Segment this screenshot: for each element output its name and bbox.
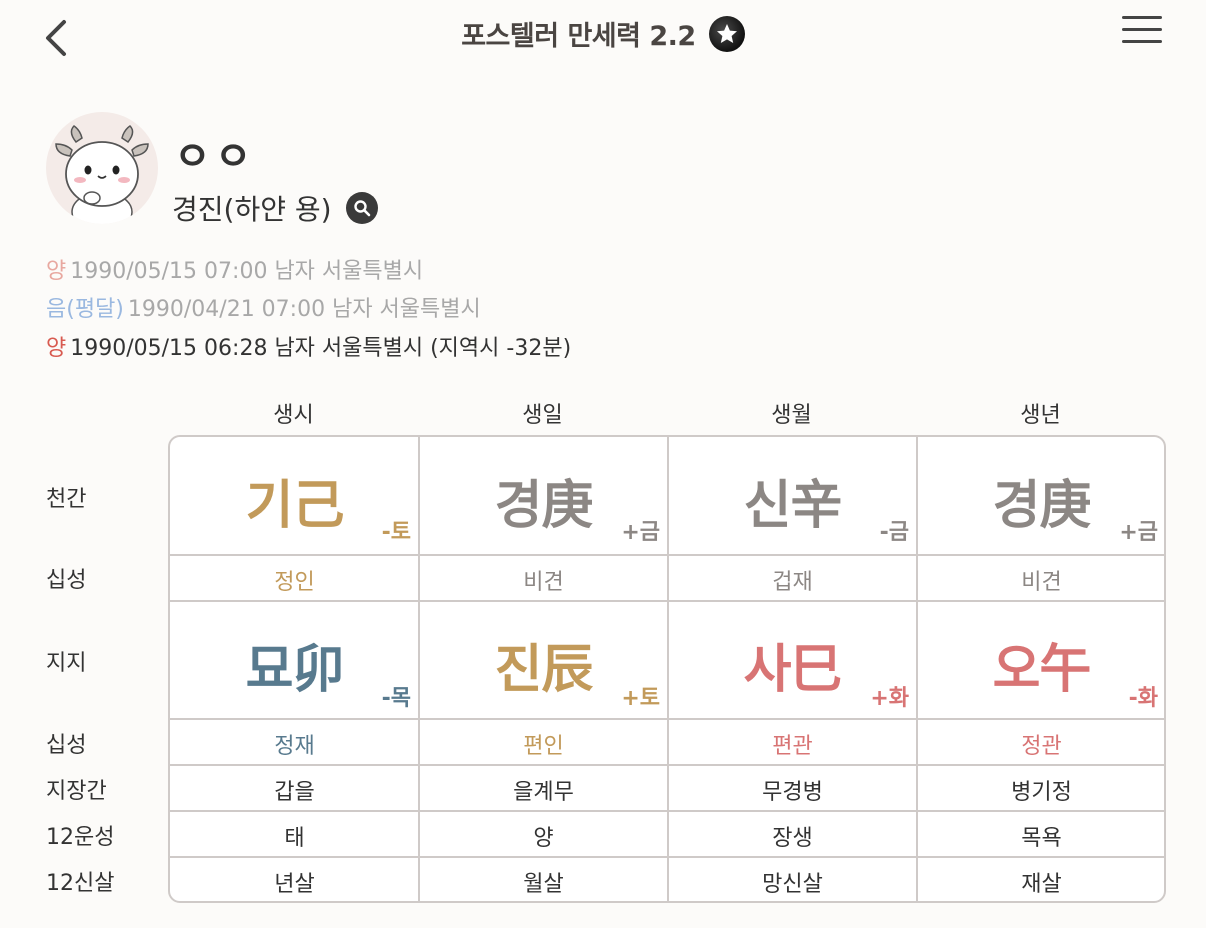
sipseong-cell: 정재 bbox=[274, 734, 315, 759]
jiji-cell-day[interactable]: 진辰 +토 bbox=[419, 602, 668, 718]
jiji-cell-month[interactable]: 사巳 +화 bbox=[668, 602, 917, 718]
sipseong-cell: 겁재 bbox=[772, 570, 813, 595]
sinsal-cell: 월살 bbox=[523, 872, 564, 897]
calendar-type-tag: 양 bbox=[46, 336, 67, 361]
column-header-day: 생일 bbox=[522, 403, 563, 428]
column-header-month: 생월 bbox=[771, 403, 812, 428]
element-label: -화 bbox=[1128, 686, 1158, 711]
jijanggan-cell: 을계무 bbox=[513, 780, 574, 805]
cheongan-cell-day[interactable]: 경庚 +금 bbox=[419, 437, 668, 554]
column-header-hour: 생시 bbox=[273, 403, 314, 428]
row-label-12unseong: 12운성 bbox=[46, 825, 115, 850]
calendar-type-tag: 음(평달) bbox=[46, 297, 124, 322]
menu-button[interactable] bbox=[1122, 16, 1162, 48]
sipseong-cell: 정인 bbox=[274, 570, 315, 595]
sipseong-cell: 편관 bbox=[772, 734, 813, 759]
calendar-type-tag: 양 bbox=[46, 259, 67, 284]
row-label-jijanggan: 지장간 bbox=[46, 779, 107, 804]
dragon-character-icon bbox=[55, 125, 149, 224]
manseryeok-screen: 포스텔러 만세력 2.2 ㅇㅇ 경진(하얀 용) 양 1990/05/15 07… bbox=[0, 0, 1206, 928]
profile-zodiac: 경진(하얀 용) bbox=[172, 193, 332, 226]
search-icon bbox=[354, 200, 371, 217]
row-label-cheongan: 천간 bbox=[46, 487, 87, 512]
jiji-cell-year[interactable]: 오午 -화 bbox=[917, 602, 1164, 718]
element-label: -금 bbox=[879, 520, 909, 545]
sipseong-cell: 비견 bbox=[1021, 570, 1062, 595]
sinsal-cell: 망신살 bbox=[762, 872, 823, 897]
saju-table: 기己 -토 경庚 +금 신辛 -금 경庚 +금 정인 비견 겁재 비견 묘卯 -… bbox=[168, 435, 1166, 903]
avatar bbox=[46, 112, 158, 224]
jijanggan-cell: 무경병 bbox=[762, 780, 823, 805]
sipseong-cell: 비견 bbox=[523, 570, 564, 595]
jijanggan-cell: 갑을 bbox=[274, 780, 315, 805]
unseong-cell: 태 bbox=[284, 826, 305, 851]
hamburger-icon-line bbox=[1122, 16, 1162, 19]
zodiac-search-button[interactable] bbox=[346, 192, 378, 224]
row-label-sipseong: 십성 bbox=[46, 733, 87, 758]
star-badge-icon bbox=[708, 15, 745, 52]
column-header-year: 생년 bbox=[1020, 403, 1061, 428]
sinsal-cell: 년살 bbox=[274, 872, 315, 897]
solar-birth-info: 양 1990/05/15 07:00 남자 서울특별시 bbox=[46, 253, 423, 285]
unseong-cell: 양 bbox=[533, 826, 554, 851]
hamburger-icon-line bbox=[1122, 28, 1162, 31]
birth-detail: 1990/05/15 06:28 남자 서울특별시 (지역시 -32분) bbox=[70, 336, 572, 361]
sinsal-cell: 재살 bbox=[1021, 872, 1062, 897]
row-label-12sinsal: 12신살 bbox=[46, 871, 115, 896]
page-title: 포스텔러 만세력 2.2 bbox=[461, 21, 696, 52]
cheongan-cell-month[interactable]: 신辛 -금 bbox=[668, 437, 917, 554]
cheongan-cell-year[interactable]: 경庚 +금 bbox=[917, 437, 1164, 554]
header: 포스텔러 만세력 2.2 bbox=[0, 14, 1206, 56]
element-label: -토 bbox=[381, 520, 411, 545]
element-label: +토 bbox=[621, 686, 660, 711]
element-label: +금 bbox=[1119, 520, 1158, 545]
cheongan-cell-hour[interactable]: 기己 -토 bbox=[170, 437, 419, 554]
element-label: +화 bbox=[870, 686, 909, 711]
element-label: +금 bbox=[621, 520, 660, 545]
row-label-jiji: 지지 bbox=[46, 651, 87, 676]
jijanggan-cell: 병기정 bbox=[1011, 780, 1072, 805]
birth-detail: 1990/05/15 07:00 남자 서울특별시 bbox=[70, 259, 424, 284]
row-label-sipseong: 십성 bbox=[46, 568, 87, 593]
hamburger-icon-line bbox=[1122, 40, 1162, 43]
sipseong-cell: 정관 bbox=[1021, 734, 1062, 759]
birth-detail: 1990/04/21 07:00 남자 서울특별시 bbox=[127, 297, 481, 322]
element-label: -목 bbox=[381, 686, 411, 711]
jiji-cell-hour[interactable]: 묘卯 -목 bbox=[170, 602, 419, 718]
sipseong-cell: 편인 bbox=[523, 734, 564, 759]
unseong-cell: 목욕 bbox=[1021, 826, 1062, 851]
adjusted-birth-info: 양 1990/05/15 06:28 남자 서울특별시 (지역시 -32분) bbox=[46, 330, 571, 362]
unseong-cell: 장생 bbox=[772, 826, 813, 851]
lunar-birth-info: 음(평달) 1990/04/21 07:00 남자 서울특별시 bbox=[46, 291, 481, 323]
profile-name: ㅇㅇ bbox=[174, 134, 256, 180]
